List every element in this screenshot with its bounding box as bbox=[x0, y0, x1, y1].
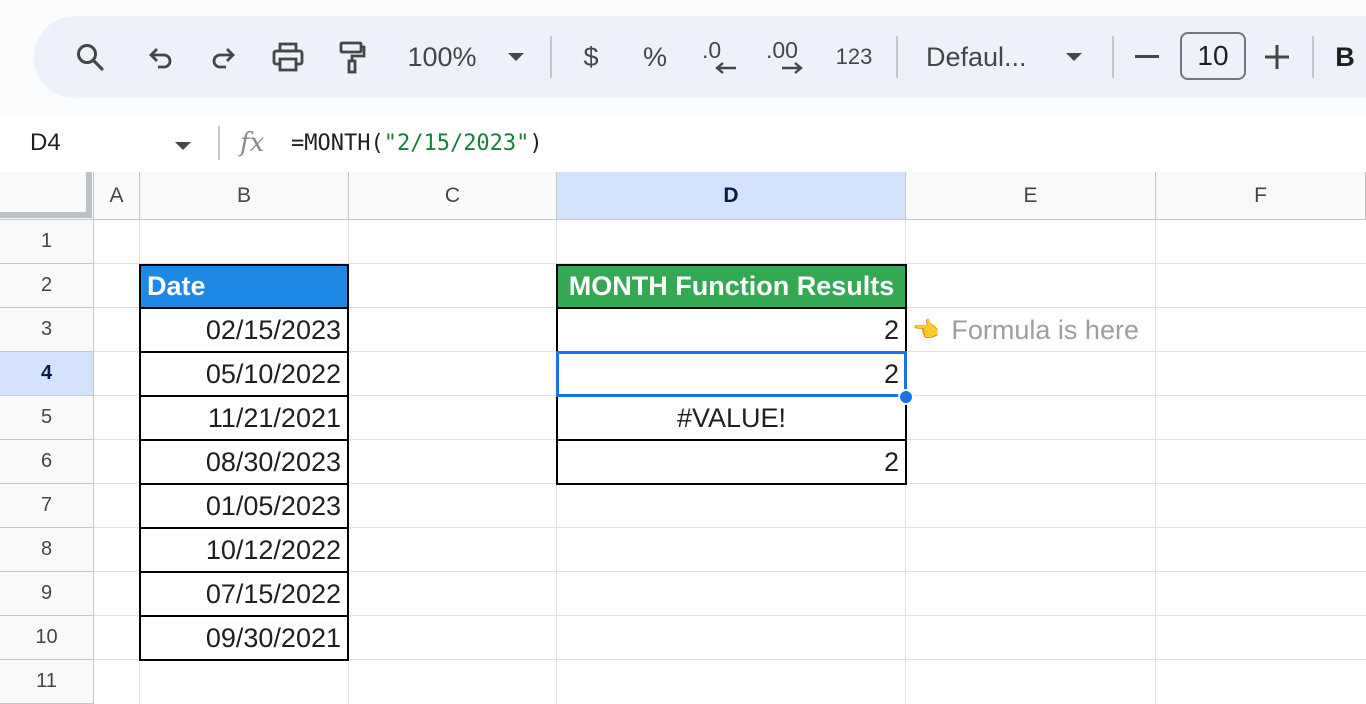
chevron-down-icon bbox=[174, 138, 192, 155]
row-header-8[interactable]: 8 bbox=[0, 528, 94, 572]
font-dropdown-button[interactable] bbox=[1062, 16, 1086, 98]
paint-format-button[interactable] bbox=[332, 16, 372, 98]
name-box[interactable]: D4 bbox=[30, 114, 61, 172]
result-cell[interactable]: 2 bbox=[556, 351, 907, 397]
font-family-value: Defaul... bbox=[926, 41, 1027, 72]
select-all-corner[interactable] bbox=[0, 172, 94, 220]
pointing-hand-icon: 👈 bbox=[912, 317, 940, 342]
fx-icon: fx bbox=[240, 128, 265, 158]
increase-decimal-icon: .00 bbox=[764, 37, 810, 77]
spreadsheet-grid: A B C D E F 1 2 3 4 5 6 7 8 9 10 11 Date… bbox=[0, 172, 1366, 704]
row-header-7[interactable]: 7 bbox=[0, 484, 94, 528]
undo-icon bbox=[145, 42, 175, 72]
results-header-cell[interactable]: MONTH Function Results bbox=[556, 264, 907, 309]
date-header-cell[interactable]: Date bbox=[139, 264, 349, 309]
column-header-a[interactable]: A bbox=[94, 172, 140, 220]
column-header-b[interactable]: B bbox=[140, 172, 349, 220]
row-header-11[interactable]: 11 bbox=[0, 660, 94, 704]
column-header-e[interactable]: E bbox=[906, 172, 1156, 220]
increase-decimal-button[interactable]: .00 bbox=[764, 16, 810, 98]
zoom-select[interactable]: 100% bbox=[400, 16, 484, 98]
gridline bbox=[1155, 220, 1156, 704]
row-header-2[interactable]: 2 bbox=[0, 264, 94, 308]
chevron-down-icon bbox=[507, 52, 525, 62]
fill-handle[interactable] bbox=[898, 389, 914, 405]
formula-bar: D4 fx =MONTH("2/15/2023") bbox=[0, 114, 1366, 172]
result-cell[interactable]: 2 bbox=[556, 439, 907, 485]
redo-icon bbox=[209, 42, 239, 72]
frozen-column-handle[interactable] bbox=[86, 172, 92, 218]
date-cell[interactable]: 09/30/2021 bbox=[139, 615, 349, 661]
decrease-decimal-button[interactable]: .0 bbox=[700, 16, 740, 98]
font-family-select[interactable]: Defaul... bbox=[926, 16, 1038, 98]
print-button[interactable] bbox=[268, 16, 308, 98]
toolbar-divider bbox=[896, 36, 898, 78]
row-header-10[interactable]: 10 bbox=[0, 616, 94, 660]
date-cell[interactable]: 10/12/2022 bbox=[139, 527, 349, 573]
redo-button[interactable] bbox=[204, 16, 244, 98]
bold-icon: B bbox=[1335, 41, 1355, 72]
search-button[interactable] bbox=[70, 16, 110, 98]
decrease-decimal-icon: .0 bbox=[700, 37, 740, 77]
dollar-icon: $ bbox=[583, 41, 599, 72]
annotation-text: Formula is here bbox=[951, 314, 1139, 345]
decrease-font-size-button[interactable] bbox=[1132, 16, 1162, 98]
column-header-f[interactable]: F bbox=[1156, 172, 1366, 220]
annotation-cell[interactable]: 👈 Formula is here bbox=[908, 308, 1166, 352]
column-header-c[interactable]: C bbox=[349, 172, 557, 220]
row-header-6[interactable]: 6 bbox=[0, 440, 94, 484]
date-cell[interactable]: 01/05/2023 bbox=[139, 483, 349, 529]
paint-format-icon bbox=[337, 40, 367, 74]
row-header-3[interactable]: 3 bbox=[0, 308, 94, 352]
plus-icon bbox=[1265, 45, 1289, 69]
toolbar: 100% $ % .0 .00 123 Defaul... 10 B bbox=[34, 16, 1366, 98]
formula-string: "2/15/2023" bbox=[383, 130, 530, 156]
more-formats-button[interactable]: 123 bbox=[832, 16, 876, 98]
column-header-d[interactable]: D bbox=[557, 172, 906, 220]
row-header-5[interactable]: 5 bbox=[0, 396, 94, 440]
chevron-down-icon bbox=[1065, 52, 1083, 62]
formula-suffix: ) bbox=[529, 130, 543, 156]
zoom-dropdown-button[interactable] bbox=[504, 16, 528, 98]
currency-format-button[interactable]: $ bbox=[576, 16, 606, 98]
decrease-decimal-label: .0 bbox=[702, 37, 722, 63]
formula-input[interactable]: =MONTH("2/15/2023") bbox=[291, 114, 543, 172]
percent-icon: % bbox=[642, 41, 667, 72]
undo-button[interactable] bbox=[140, 16, 180, 98]
toolbar-divider bbox=[1312, 36, 1314, 78]
zoom-value: 100% bbox=[407, 41, 477, 72]
result-cell[interactable]: #VALUE! bbox=[556, 395, 907, 441]
date-cell[interactable]: 08/30/2023 bbox=[139, 439, 349, 485]
percent-format-button[interactable]: % bbox=[640, 16, 670, 98]
increase-decimal-label: .00 bbox=[766, 37, 798, 63]
search-icon bbox=[75, 42, 105, 72]
date-cell[interactable]: 11/21/2021 bbox=[139, 395, 349, 441]
result-cell[interactable]: 2 bbox=[556, 307, 907, 353]
minus-icon bbox=[1135, 55, 1159, 59]
row-header-1[interactable]: 1 bbox=[0, 220, 94, 264]
increase-font-size-button[interactable] bbox=[1262, 16, 1292, 98]
toolbar-divider bbox=[550, 36, 552, 78]
frozen-row-handle[interactable] bbox=[0, 212, 86, 218]
font-size-input[interactable]: 10 bbox=[1180, 32, 1246, 80]
print-icon bbox=[271, 41, 305, 73]
date-cell[interactable]: 02/15/2023 bbox=[139, 307, 349, 353]
name-box-dropdown[interactable] bbox=[174, 138, 192, 156]
toolbar-divider bbox=[1112, 36, 1114, 78]
formula-prefix: =MONTH( bbox=[291, 130, 384, 156]
more-formats-label: 123 bbox=[835, 44, 873, 69]
row-header-9[interactable]: 9 bbox=[0, 572, 94, 616]
row-header-4[interactable]: 4 bbox=[0, 352, 94, 396]
bold-button[interactable]: B bbox=[1330, 16, 1360, 98]
formula-bar-divider bbox=[218, 126, 220, 160]
date-cell[interactable]: 05/10/2022 bbox=[139, 351, 349, 397]
date-cell[interactable]: 07/15/2022 bbox=[139, 571, 349, 617]
